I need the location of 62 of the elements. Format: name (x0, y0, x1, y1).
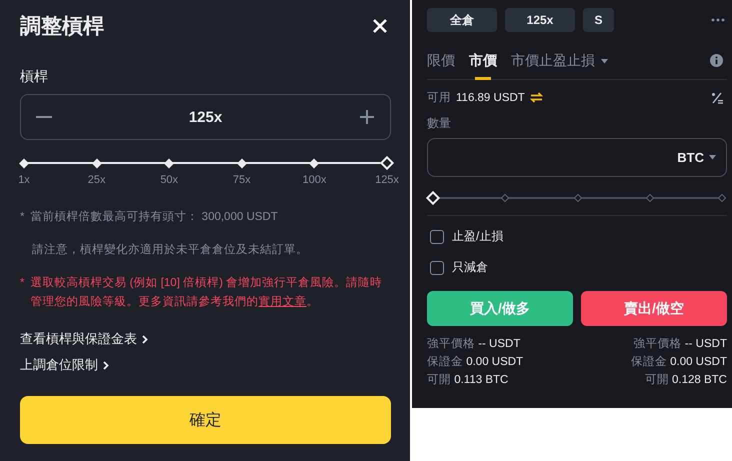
minus-icon (36, 116, 52, 118)
checkbox[interactable] (430, 230, 444, 244)
leverage-field[interactable]: 125x (20, 94, 391, 140)
available-label: 可用 (427, 91, 451, 105)
summary-line: 可開 0.113 BTC (427, 373, 508, 387)
leverage-slider[interactable] (17, 156, 394, 170)
warning-text: 選取較高槓桿交易 (例如 [10] 倍槓桿) 會增加強行平倉風險。請隨時管理您的風險等級。更多資訊請參考我們的實用文章。 (30, 275, 384, 310)
slider-mark (92, 158, 102, 168)
chevron-link[interactable]: 查看槓桿與保證金表 (20, 330, 391, 348)
transfer-icon[interactable] (530, 92, 543, 103)
slider-mark (19, 158, 29, 168)
quantity-label: 數量 (427, 115, 452, 132)
confirm-button[interactable]: 確定 (20, 396, 391, 444)
tick-label: 100x (302, 174, 326, 186)
leverage-label: 槓桿 (20, 68, 49, 86)
slider-mark (236, 158, 247, 168)
note-text: 請注意，槓桿變化亦適用於未平倉倉位及未結訂單。 (32, 242, 308, 258)
info-icon[interactable] (710, 54, 723, 67)
order-tab[interactable]: 限價 (427, 52, 455, 80)
chevron-icon (103, 360, 109, 370)
unit-dropdown[interactable]: BTC (677, 150, 716, 165)
slider-mark (718, 194, 726, 202)
order-tab[interactable]: 市價止盈止損 (511, 52, 608, 80)
summary-line: 保證金 0.00 USDT (630, 354, 727, 369)
leverage-value: 125x (188, 108, 222, 126)
checkbox-label: 只減倉 (452, 259, 488, 276)
article-link[interactable]: 實用文章 (258, 296, 306, 308)
slider-mark (164, 158, 174, 168)
plus-button[interactable] (358, 108, 376, 126)
close-button[interactable] (371, 17, 389, 35)
tick-label: 25x (88, 174, 106, 186)
tick-label: 1x (18, 174, 30, 186)
checkbox-label: 止盈/止損 (452, 228, 504, 245)
summary-line: 可開 0.128 BTC (644, 373, 727, 387)
mode-chip[interactable]: 全倉 (427, 8, 497, 32)
checkbox[interactable] (430, 260, 444, 274)
plus-icon (358, 108, 376, 126)
order-tab[interactable]: 市價 (469, 52, 497, 80)
asterisk: * (20, 276, 24, 291)
slider-mark (501, 194, 510, 202)
slider-mark (309, 158, 320, 168)
available-value: 116.89 USDT (456, 92, 525, 104)
asterisk: * (20, 210, 24, 225)
mode-chip[interactable]: S (583, 8, 614, 32)
tick-label: 125x (375, 174, 399, 186)
tick-label: 75x (232, 174, 251, 186)
tick-label: 50x (160, 174, 178, 186)
summary-line: 強平價格 -- USDT (427, 336, 520, 351)
chevron-link[interactable]: 上調倉位限制 (20, 356, 391, 374)
slider-mark (646, 194, 654, 202)
percent-icon[interactable] (711, 92, 723, 104)
slider-mark (573, 194, 582, 202)
chevron-icon (142, 334, 148, 344)
more-icon[interactable] (711, 18, 725, 22)
quantity-field[interactable]: BTC (427, 138, 727, 177)
mode-chip[interactable]: 125x (505, 8, 575, 32)
sell-button[interactable]: 賣出/做空 (581, 291, 727, 326)
summary-line: 強平價格 -- USDT (634, 336, 727, 351)
dialog-title: 調整槓桿 (20, 14, 104, 40)
summary-line: 保證金 0.00 USDT (427, 354, 524, 369)
note-text: 當前槓桿倍數最高可持有頭寸： 300,000 USDT (30, 209, 278, 225)
caret-icon (709, 155, 716, 160)
